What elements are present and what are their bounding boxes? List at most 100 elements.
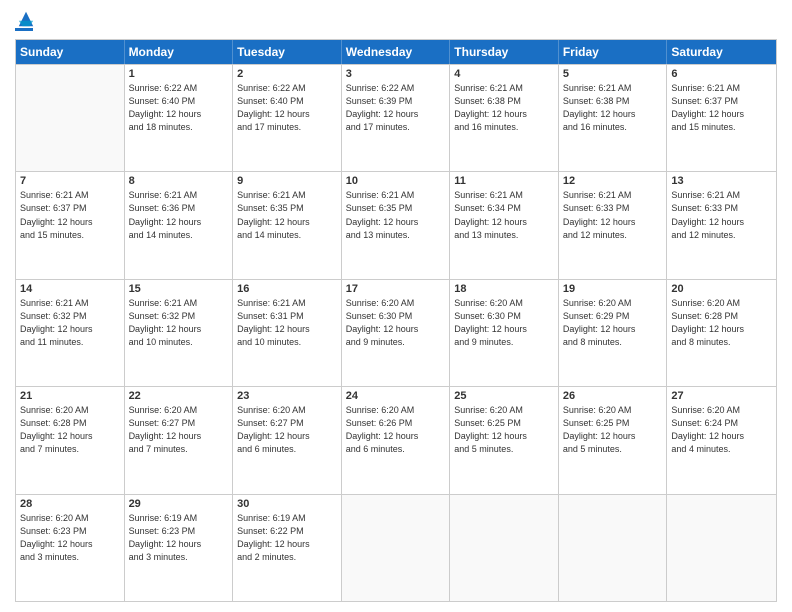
calendar-cell: 12Sunrise: 6:21 AM Sunset: 6:33 PM Dayli… <box>559 172 668 278</box>
calendar-cell: 8 Sunrise: 6:21 AM Sunset: 6:36 PM Daylig… <box>125 172 234 278</box>
calendar-cell: 7 Sunrise: 6:21 AM Sunset: 6:37 PM Daylig… <box>16 172 125 278</box>
day-info: Sunrise: 6:19 AM Sunset: 6:22 PM Dayligh… <box>237 512 337 564</box>
calendar-cell: 5 Sunrise: 6:21 AM Sunset: 6:38 PM Daylig… <box>559 65 668 171</box>
day-info: Sunrise: 6:20 AM Sunset: 6:28 PM Dayligh… <box>671 297 772 349</box>
day-number: 15 <box>129 283 229 295</box>
day-number: 8 <box>129 175 229 187</box>
day-number: 17 <box>346 283 446 295</box>
day-info: Sunrise: 6:22 AM Sunset: 6:39 PM Dayligh… <box>346 82 446 134</box>
day-number: 27 <box>671 390 772 402</box>
day-number: 11 <box>454 175 554 187</box>
calendar-cell: 15 Sunrise: 6:21 AM Sunset: 6:32 PM Dayli… <box>125 280 234 386</box>
day-info: Sunrise: 6:21 AM Sunset: 6:32 PM Dayligh… <box>20 297 120 349</box>
calendar-cell <box>667 495 776 601</box>
weekday-header: Friday <box>559 40 668 64</box>
calendar-cell: 11 Sunrise: 6:21 AM Sunset: 6:34 PM Dayli… <box>450 172 559 278</box>
day-number: 4 <box>454 68 554 80</box>
day-info: Sunrise: 6:20 AM Sunset: 6:29 PM Dayligh… <box>563 297 663 349</box>
day-info: Sunrise: 6:20 AM Sunset: 6:25 PM Dayligh… <box>563 404 663 456</box>
day-number: 28 <box>20 498 120 510</box>
calendar-cell: 28 Sunrise: 6:20 AM Sunset: 6:23 PM Dayli… <box>16 495 125 601</box>
calendar-cell: 26 Sunrise: 6:20 AM Sunset: 6:25 PM Dayli… <box>559 387 668 493</box>
day-info: Sunrise: 6:22 AM Sunset: 6:40 PM Dayligh… <box>237 82 337 134</box>
logo-icon <box>17 10 35 28</box>
calendar: SundayMondayTuesdayWednesdayThursdayFrid… <box>15 39 777 602</box>
calendar-cell: 18Sunrise: 6:20 AM Sunset: 6:30 PM Dayli… <box>450 280 559 386</box>
calendar-cell: 22Sunrise: 6:20 AM Sunset: 6:27 PM Dayli… <box>125 387 234 493</box>
day-info: Sunrise: 6:20 AM Sunset: 6:28 PM Dayligh… <box>20 404 120 456</box>
calendar-row: 14 Sunrise: 6:21 AM Sunset: 6:32 PM Dayli… <box>16 279 776 386</box>
weekday-header: Thursday <box>450 40 559 64</box>
calendar-cell: 3 Sunrise: 6:22 AM Sunset: 6:39 PM Daylig… <box>342 65 451 171</box>
page: SundayMondayTuesdayWednesdayThursdayFrid… <box>0 0 792 612</box>
calendar-cell: 6Sunrise: 6:21 AM Sunset: 6:37 PM Daylig… <box>667 65 776 171</box>
calendar-cell: 2Sunrise: 6:22 AM Sunset: 6:40 PM Daylig… <box>233 65 342 171</box>
day-info: Sunrise: 6:20 AM Sunset: 6:24 PM Dayligh… <box>671 404 772 456</box>
calendar-cell: 10Sunrise: 6:21 AM Sunset: 6:35 PM Dayli… <box>342 172 451 278</box>
day-number: 9 <box>237 175 337 187</box>
day-info: Sunrise: 6:21 AM Sunset: 6:31 PM Dayligh… <box>237 297 337 349</box>
calendar-cell: 17 Sunrise: 6:20 AM Sunset: 6:30 PM Dayli… <box>342 280 451 386</box>
day-info: Sunrise: 6:21 AM Sunset: 6:36 PM Dayligh… <box>129 189 229 241</box>
header <box>15 10 777 31</box>
day-info: Sunrise: 6:21 AM Sunset: 6:35 PM Dayligh… <box>237 189 337 241</box>
calendar-cell: 25Sunrise: 6:20 AM Sunset: 6:25 PM Dayli… <box>450 387 559 493</box>
day-number: 25 <box>454 390 554 402</box>
day-number: 29 <box>129 498 229 510</box>
day-number: 18 <box>454 283 554 295</box>
day-number: 26 <box>563 390 663 402</box>
day-info: Sunrise: 6:19 AM Sunset: 6:23 PM Dayligh… <box>129 512 229 564</box>
day-info: Sunrise: 6:20 AM Sunset: 6:23 PM Dayligh… <box>20 512 120 564</box>
day-number: 7 <box>20 175 120 187</box>
day-number: 5 <box>563 68 663 80</box>
day-number: 6 <box>671 68 772 80</box>
day-number: 22 <box>129 390 229 402</box>
weekday-header: Saturday <box>667 40 776 64</box>
day-info: Sunrise: 6:21 AM Sunset: 6:37 PM Dayligh… <box>20 189 120 241</box>
calendar-cell: 27 Sunrise: 6:20 AM Sunset: 6:24 PM Dayli… <box>667 387 776 493</box>
day-number: 10 <box>346 175 446 187</box>
day-info: Sunrise: 6:21 AM Sunset: 6:38 PM Dayligh… <box>563 82 663 134</box>
calendar-cell: 19 Sunrise: 6:20 AM Sunset: 6:29 PM Dayli… <box>559 280 668 386</box>
day-info: Sunrise: 6:21 AM Sunset: 6:34 PM Dayligh… <box>454 189 554 241</box>
logo-text <box>15 10 35 28</box>
calendar-cell: 21 Sunrise: 6:20 AM Sunset: 6:28 PM Dayli… <box>16 387 125 493</box>
weekday-header: Wednesday <box>342 40 451 64</box>
day-number: 13 <box>671 175 772 187</box>
calendar-row: 28 Sunrise: 6:20 AM Sunset: 6:23 PM Dayli… <box>16 494 776 601</box>
calendar-header: SundayMondayTuesdayWednesdayThursdayFrid… <box>16 40 776 64</box>
day-info: Sunrise: 6:21 AM Sunset: 6:38 PM Dayligh… <box>454 82 554 134</box>
day-info: Sunrise: 6:21 AM Sunset: 6:32 PM Dayligh… <box>129 297 229 349</box>
day-number: 16 <box>237 283 337 295</box>
calendar-cell: 24Sunrise: 6:20 AM Sunset: 6:26 PM Dayli… <box>342 387 451 493</box>
calendar-cell <box>450 495 559 601</box>
calendar-cell: 23 Sunrise: 6:20 AM Sunset: 6:27 PM Dayli… <box>233 387 342 493</box>
day-number: 14 <box>20 283 120 295</box>
calendar-cell: 14 Sunrise: 6:21 AM Sunset: 6:32 PM Dayli… <box>16 280 125 386</box>
day-number: 30 <box>237 498 337 510</box>
day-number: 1 <box>129 68 229 80</box>
weekday-header: Tuesday <box>233 40 342 64</box>
day-number: 19 <box>563 283 663 295</box>
calendar-cell: 29 Sunrise: 6:19 AM Sunset: 6:23 PM Dayli… <box>125 495 234 601</box>
day-info: Sunrise: 6:21 AM Sunset: 6:33 PM Dayligh… <box>671 189 772 241</box>
day-number: 12 <box>563 175 663 187</box>
calendar-cell <box>342 495 451 601</box>
calendar-cell: 9 Sunrise: 6:21 AM Sunset: 6:35 PM Daylig… <box>233 172 342 278</box>
calendar-cell: 16 Sunrise: 6:21 AM Sunset: 6:31 PM Dayli… <box>233 280 342 386</box>
calendar-cell <box>16 65 125 171</box>
day-number: 20 <box>671 283 772 295</box>
day-info: Sunrise: 6:20 AM Sunset: 6:26 PM Dayligh… <box>346 404 446 456</box>
logo <box>15 10 35 31</box>
calendar-cell: 20 Sunrise: 6:20 AM Sunset: 6:28 PM Dayli… <box>667 280 776 386</box>
day-number: 23 <box>237 390 337 402</box>
day-number: 3 <box>346 68 446 80</box>
calendar-row: 21 Sunrise: 6:20 AM Sunset: 6:28 PM Dayli… <box>16 386 776 493</box>
calendar-row: 7 Sunrise: 6:21 AM Sunset: 6:37 PM Daylig… <box>16 171 776 278</box>
day-info: Sunrise: 6:20 AM Sunset: 6:27 PM Dayligh… <box>237 404 337 456</box>
day-info: Sunrise: 6:20 AM Sunset: 6:30 PM Dayligh… <box>346 297 446 349</box>
calendar-row: 1 Sunrise: 6:22 AM Sunset: 6:40 PM Daylig… <box>16 64 776 171</box>
calendar-cell <box>559 495 668 601</box>
calendar-cell: 30 Sunrise: 6:19 AM Sunset: 6:22 PM Dayli… <box>233 495 342 601</box>
day-number: 21 <box>20 390 120 402</box>
